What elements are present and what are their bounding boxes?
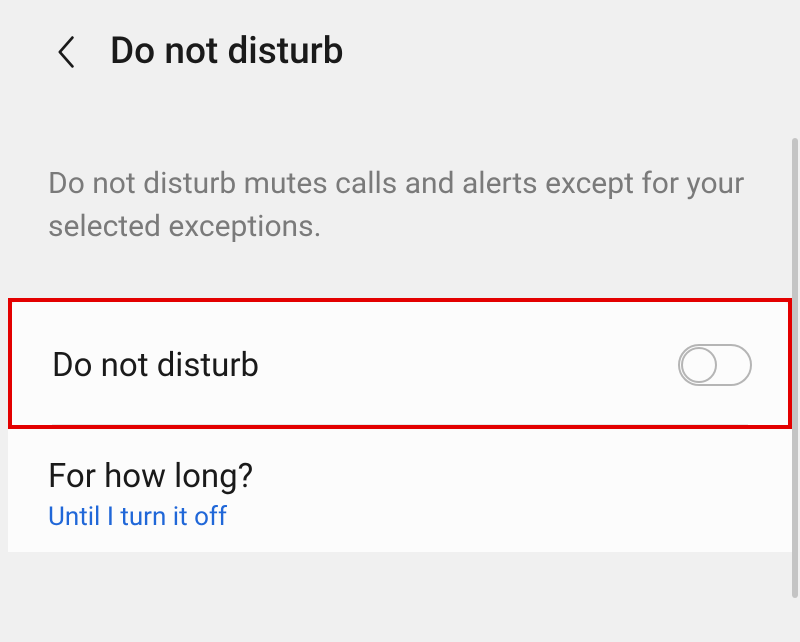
dnd-toggle-row[interactable]: Do not disturb <box>12 302 788 424</box>
duration-row[interactable]: For how long? Until I turn it off <box>8 429 792 552</box>
description-text: Do not disturb mutes calls and alerts ex… <box>48 163 752 248</box>
scrollbar[interactable] <box>792 138 798 598</box>
description-section: Do not disturb mutes calls and alerts ex… <box>0 103 800 298</box>
header: Do not disturb <box>0 0 800 103</box>
duration-value: Until I turn it off <box>48 502 756 532</box>
settings-panel: Do not disturb For how long? Until I tur… <box>8 298 792 552</box>
toggle-knob <box>681 347 717 383</box>
page-title: Do not disturb <box>110 30 344 73</box>
duration-label: For how long? <box>48 457 756 496</box>
back-icon[interactable] <box>56 34 78 70</box>
highlight-annotation: Do not disturb <box>8 298 792 429</box>
dnd-toggle-switch[interactable] <box>678 344 752 386</box>
dnd-toggle-label: Do not disturb <box>52 346 259 385</box>
divider <box>52 424 748 425</box>
